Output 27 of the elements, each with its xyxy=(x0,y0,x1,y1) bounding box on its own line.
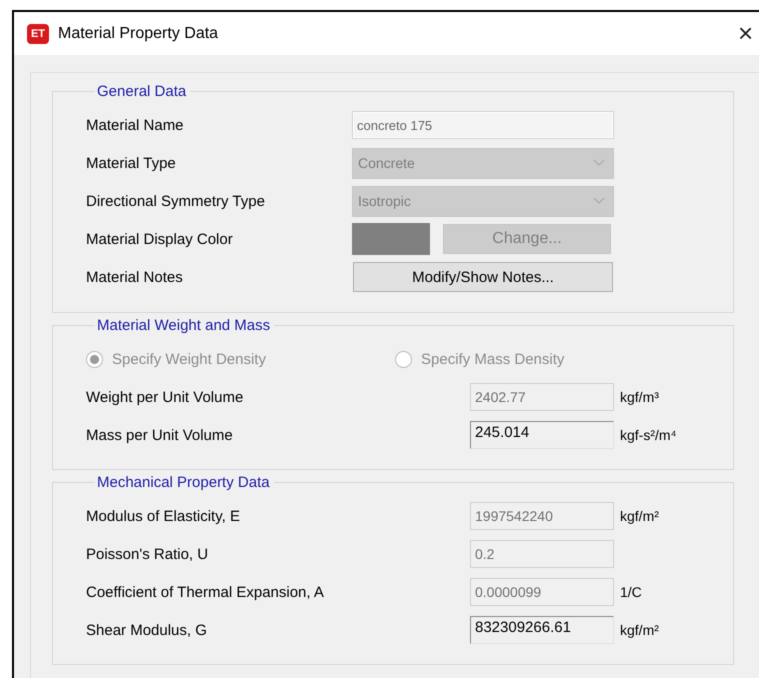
input-field[interactable]: 245.014 xyxy=(470,421,614,449)
unit-label: kgf/m² xyxy=(620,622,659,638)
unit-label: 1/C xyxy=(620,584,642,600)
chevron-icon xyxy=(593,159,605,167)
chevron-icon xyxy=(593,197,605,205)
input-field[interactable]: 832309266.61 xyxy=(470,616,614,644)
field-label: Weight per Unit Volume xyxy=(86,388,244,406)
group-title: Material Weight and Mass xyxy=(96,317,272,334)
field-label: Shear Modulus, G xyxy=(86,622,208,638)
field-label: Material Notes xyxy=(86,268,184,286)
unit-label: kgf/m³ xyxy=(620,389,659,405)
unit-label: kgf/m² xyxy=(620,508,659,524)
field-label: Poisson's Ratio, U xyxy=(86,546,210,562)
field-label: Coefficient of Thermal Expansion, A xyxy=(86,584,325,600)
field-label: Directional Symmetry Type xyxy=(86,192,266,210)
unit-label: kgf-s²/m⁴ xyxy=(620,427,677,443)
field-label: Material Type xyxy=(86,154,177,172)
group-title: Mechanical Property Data xyxy=(96,474,271,491)
close-button[interactable]: × xyxy=(738,21,754,45)
group-title: General Data xyxy=(96,83,188,100)
field-label: Modulus of Elasticity, E xyxy=(86,508,241,524)
field-label: Mass per Unit Volume xyxy=(86,426,234,444)
field-label: Material Name xyxy=(86,116,185,134)
field-label: Material Display Color xyxy=(86,230,234,248)
app-logo-icon: ET xyxy=(27,24,49,44)
window-title: Material Property Data xyxy=(58,24,218,42)
notes-button[interactable]: Modify/Show Notes... xyxy=(353,262,613,292)
